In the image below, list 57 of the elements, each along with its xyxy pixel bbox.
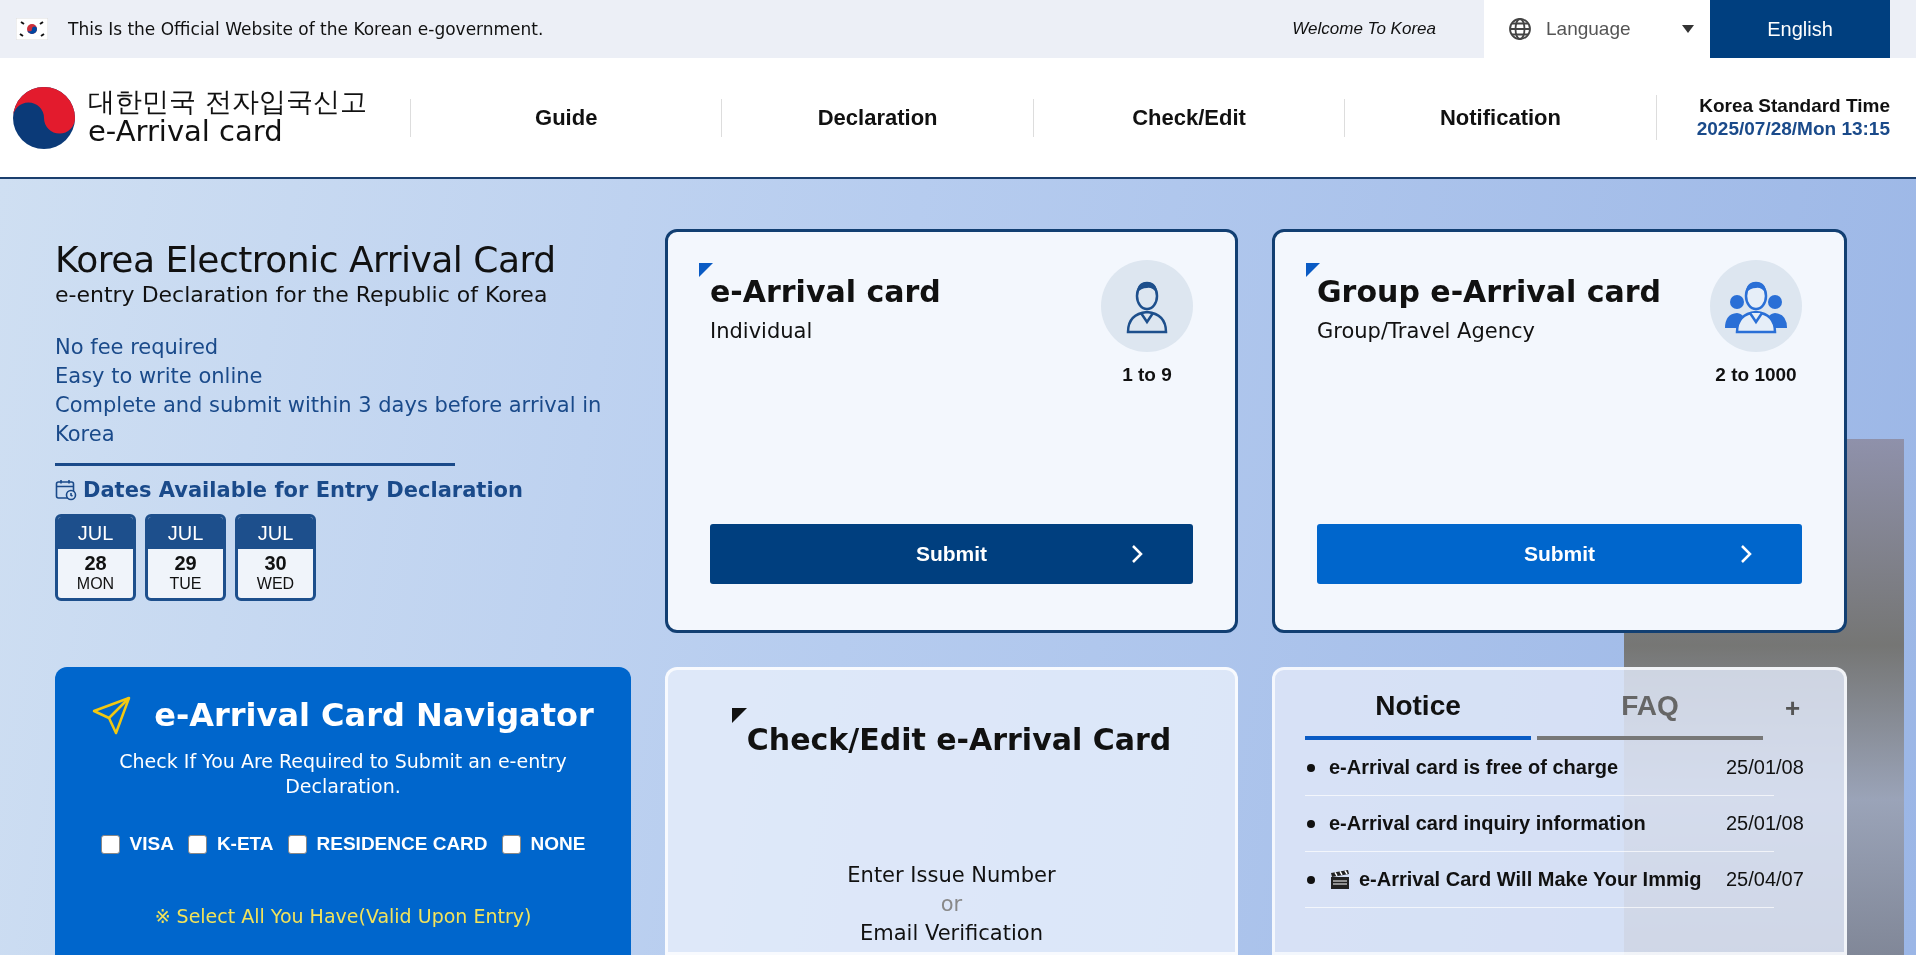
dates-heading: Dates Available for Entry Declaration xyxy=(83,478,523,502)
date-day: 30 xyxy=(238,552,313,575)
page-subtitle: e-entry Declaration for the Republic of Korea xyxy=(55,282,549,307)
nav-link[interactable]: Notification xyxy=(1344,98,1656,137)
language-selector[interactable]: Language xyxy=(1484,0,1710,58)
notice-link[interactable]: e-Arrival Card Will Make Your Immig xyxy=(1359,868,1720,891)
or-separator: or xyxy=(940,891,963,918)
nav-link[interactable]: Guide xyxy=(410,98,722,137)
date-day: 29 xyxy=(148,552,223,575)
feature-text: Easy to write online xyxy=(55,363,264,390)
date-weekday: MON xyxy=(75,575,116,593)
document-option[interactable]: VISA xyxy=(100,833,174,855)
date-month: JUL xyxy=(148,517,223,549)
people-range: 2 to 1000 xyxy=(1715,364,1797,386)
date-weekday: WED xyxy=(255,575,296,593)
submit-button[interactable]: Submit xyxy=(1317,524,1802,584)
option-label: VISA xyxy=(129,833,174,855)
card-subtitle: Group/Travel Agency xyxy=(1317,319,1536,343)
document-option[interactable]: K-ETA xyxy=(187,833,274,855)
card-subtitle: Individual xyxy=(710,319,814,343)
board-tab[interactable]: FAQ xyxy=(1537,690,1763,740)
option-label: NONE xyxy=(530,833,586,855)
issue-number-option: Enter Issue Number xyxy=(847,861,1056,890)
more-button[interactable]: + xyxy=(1775,693,1801,740)
option-label: K-ETA xyxy=(216,833,274,855)
card-title: e-Arrival card xyxy=(710,274,941,309)
notice-date: 25/01/08 xyxy=(1726,812,1805,835)
welcome-text: Welcome To Korea xyxy=(1292,19,1436,39)
current-time: 2025/07/28/Mon 13:15 xyxy=(1696,117,1890,141)
time-zone-label: Korea Standard Time xyxy=(1699,94,1890,118)
logo-english-text: e-Arrival card xyxy=(88,116,283,149)
navigator-hint: ※ Select All You Have(Valid Upon Entry) xyxy=(154,905,532,927)
english-button[interactable]: English xyxy=(1710,0,1890,58)
feature-text: Complete and submit within 3 days before arrival in Korea xyxy=(55,392,603,448)
nav-link[interactable]: Check/Edit xyxy=(1032,98,1345,137)
submit-button[interactable]: Submit xyxy=(710,524,1193,584)
notice-link[interactable]: e-Arrival card is free of charge xyxy=(1329,756,1720,779)
card-title: Group e-Arrival card xyxy=(1317,274,1662,309)
nav-link[interactable]: Declaration xyxy=(721,98,1033,137)
date-month: JUL xyxy=(238,517,313,549)
date-day: 28 xyxy=(58,552,133,575)
notice-link[interactable]: e-Arrival card inquiry information xyxy=(1329,812,1720,835)
navigator-description: Check If You Are Required to Submit an e-entry Declaration. xyxy=(118,749,568,799)
email-verification-option: Email Verification xyxy=(860,919,1043,948)
notice-date: 25/04/07 xyxy=(1726,868,1805,891)
check-edit-title: Check/Edit e-Arrival Card xyxy=(746,722,1172,757)
official-site-notice: This Is the Official Website of the Korean e-government. xyxy=(68,19,544,39)
document-option[interactable]: NONE xyxy=(501,833,586,855)
date-month: JUL xyxy=(58,517,133,549)
date-weekday: TUE xyxy=(168,575,203,593)
people-range: 1 to 9 xyxy=(1122,364,1172,386)
navigator-title: e-Arrival Card Navigator xyxy=(154,696,594,734)
feature-text: No fee required xyxy=(55,334,220,361)
logo-korean-text: 대한민국 전자입국신고 xyxy=(88,86,367,117)
board-tab[interactable]: Notice xyxy=(1305,690,1531,740)
page-title: Korea Electronic Arrival Card xyxy=(55,239,557,280)
notice-date: 25/01/08 xyxy=(1726,756,1805,779)
